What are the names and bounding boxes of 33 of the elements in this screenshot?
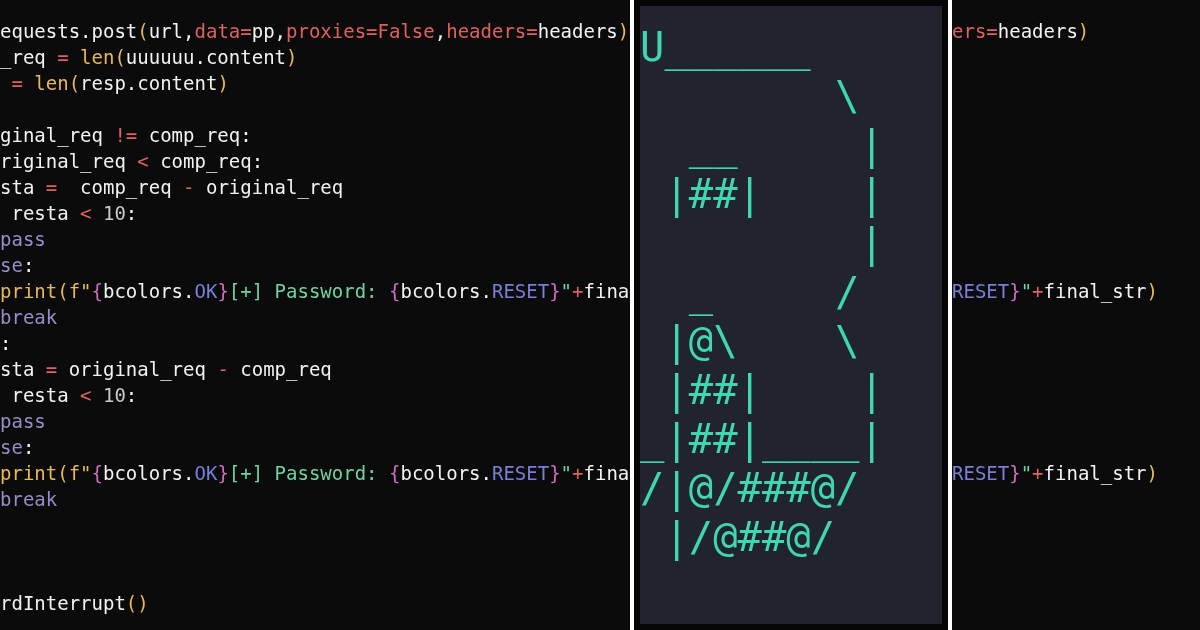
code-line: pass xyxy=(0,409,46,434)
code-line: sta = comp_req - original_req xyxy=(0,175,344,200)
code-line: se: xyxy=(0,253,35,278)
ascii-art-line: |/@##@/ xyxy=(663,513,836,561)
code-line: sta = original_req - comp_req xyxy=(0,357,332,382)
ascii-art-line: |##| | xyxy=(663,366,884,414)
ascii-art-line: _ / xyxy=(687,268,860,316)
code-line: break xyxy=(0,487,58,512)
code-line: : xyxy=(0,331,12,356)
code-line: ginal_req != comp_req: xyxy=(0,123,252,148)
ascii-art-line: \ xyxy=(834,72,860,120)
code-line: equests.post(url,data=pp,proxies=False,headers=headers) xyxy=(0,19,630,44)
ascii-art-line: U______ xyxy=(640,23,811,71)
code-line: resta < 10: xyxy=(10,383,138,408)
code-line: riginal_req < comp_req: xyxy=(0,149,264,174)
code-line: print(f"{bcolors.OK}[+] Password: {bcolors.RESET}"+fina xyxy=(0,461,630,486)
code-line: rdInterrupt() xyxy=(0,591,149,616)
ascii-art-line: |##| | xyxy=(663,170,884,218)
code-line: print(f"{bcolors.OK}[+] Password: {bcolors.RESET}"+fina xyxy=(0,279,630,304)
ascii-art-line: | xyxy=(858,219,884,267)
code-line: RESET}"+final_str) xyxy=(952,461,1158,486)
code-line: = len(resp.content) xyxy=(10,71,229,96)
code-line: ers=headers) xyxy=(952,19,1090,44)
ascii-art-line: /|@/###@/ xyxy=(640,464,860,512)
code-line: pass xyxy=(0,227,46,252)
code-line: RESET}"+final_str) xyxy=(952,279,1158,304)
code-line: break xyxy=(0,305,58,330)
code-line: _req = len(uuuuuu.content) xyxy=(0,45,298,70)
ascii-art-line: __ | xyxy=(687,121,884,169)
ascii-art-line: |@\ \ xyxy=(663,317,860,365)
ascii-art-line: _|##|____| xyxy=(640,415,884,463)
code-line: se: xyxy=(0,435,35,460)
code-line: resta < 10: xyxy=(10,201,138,226)
